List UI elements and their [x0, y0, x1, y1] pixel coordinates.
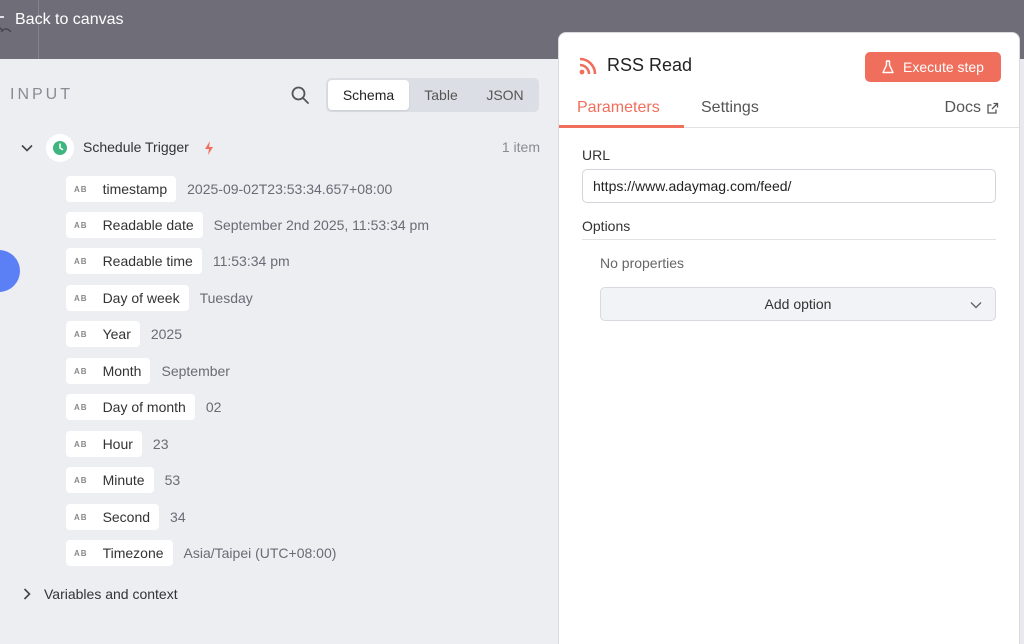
field-name: timestamp: [102, 181, 168, 197]
field-value: 2025-09-02T23:53:34.657+08:00: [187, 181, 393, 197]
schema-field-row: AB Readable date September 2nd 2025, 11:…: [66, 212, 429, 238]
external-link-icon: [987, 102, 999, 114]
no-properties-text: No properties: [600, 255, 685, 271]
field-value: Tuesday: [199, 290, 253, 306]
field-value: 11:53:34 pm: [212, 253, 290, 269]
tab-parameters[interactable]: Parameters: [577, 99, 660, 117]
node-parameters-panel: RSS Read Execute step Parameters Setting…: [558, 32, 1020, 644]
string-type-icon: AB: [74, 475, 88, 485]
schema-field-row: AB Month September: [66, 358, 230, 384]
field-pill[interactable]: AB Second: [66, 504, 160, 530]
field-pill[interactable]: AB Readable time: [66, 248, 202, 274]
schema-field-row: AB Day of week Tuesday: [66, 285, 253, 311]
field-name: Hour: [102, 436, 133, 452]
docs-link[interactable]: Docs: [945, 99, 999, 117]
field-name: Readable time: [102, 253, 193, 269]
field-value: 34: [170, 509, 186, 525]
field-pill[interactable]: AB Hour: [66, 431, 142, 457]
input-panel-title: INPUT: [10, 86, 73, 103]
variables-and-context-row[interactable]: Variables and context: [18, 583, 178, 605]
schema-field-row: AB Day of month 02: [66, 394, 221, 420]
string-type-icon: AB: [74, 548, 88, 558]
schema-field-row: AB Timezone Asia/Taipei (UTC+08:00): [66, 540, 336, 566]
string-type-icon: AB: [74, 439, 88, 449]
field-name: Day of month: [102, 399, 186, 415]
field-name: Year: [102, 326, 131, 342]
schedule-trigger-row[interactable]: Schedule Trigger 1 item: [18, 134, 540, 162]
field-value: 2025: [150, 326, 183, 342]
back-to-canvas-label: Back to canvas: [15, 11, 124, 28]
field-value: 02: [205, 399, 222, 415]
string-type-icon: AB: [74, 402, 88, 412]
parameters-body: URL Options No properties Add option: [559, 129, 1019, 644]
item-count: 1 item: [501, 139, 540, 155]
field-name: Day of week: [102, 290, 180, 306]
schema-field-row: AB Minute 53: [66, 467, 180, 493]
string-type-icon: AB: [74, 184, 88, 194]
add-option-dropdown[interactable]: Add option: [600, 287, 996, 321]
tab-json[interactable]: JSON: [473, 80, 537, 110]
view-mode-toggle: Schema Table JSON: [326, 78, 539, 112]
field-pill[interactable]: AB Timezone: [66, 540, 173, 566]
chevron-right-icon[interactable]: [18, 585, 36, 603]
chevron-down-icon[interactable]: [18, 139, 36, 157]
url-label: URL: [582, 147, 611, 163]
string-type-icon: AB: [74, 366, 88, 376]
docs-label: Docs: [944, 99, 981, 116]
field-pill[interactable]: AB Readable date: [66, 212, 203, 238]
field-name: Second: [102, 509, 151, 525]
string-type-icon: AB: [74, 329, 88, 339]
field-value: September: [161, 363, 230, 379]
clock-icon: [46, 134, 74, 162]
string-type-icon: AB: [74, 293, 88, 303]
tab-schema[interactable]: Schema: [328, 80, 409, 110]
schema-field-row: AB timestamp 2025-09-02T23:53:34.657+08:…: [66, 176, 392, 202]
schema-field-row: AB Readable time 11:53:34 pm: [66, 248, 290, 274]
add-option-label: Add option: [764, 296, 832, 312]
options-label: Options: [582, 218, 631, 234]
schema-field-row: AB Year 2025: [66, 321, 182, 347]
field-value: 23: [152, 436, 169, 452]
field-pill[interactable]: AB Minute: [66, 467, 154, 493]
tab-table[interactable]: Table: [409, 80, 473, 110]
flask-icon: [882, 60, 894, 74]
back-to-canvas-link[interactable]: Back to canvas: [0, 8, 124, 32]
field-pill[interactable]: AB Day of week: [66, 285, 189, 311]
node-title: RSS Read: [607, 55, 693, 75]
chevron-down-icon: [969, 298, 983, 312]
string-type-icon: AB: [74, 512, 88, 522]
field-pill[interactable]: AB timestamp: [66, 176, 177, 202]
field-pill[interactable]: AB Year: [66, 321, 140, 347]
execute-step-button[interactable]: Execute step: [865, 52, 1001, 82]
rss-icon: [578, 56, 598, 76]
schema-field-row: AB Hour 23: [66, 431, 169, 457]
variables-and-context-label: Variables and context: [44, 586, 178, 602]
back-arrow-icon: [0, 8, 14, 32]
string-type-icon: AB: [74, 220, 88, 230]
tab-settings[interactable]: Settings: [701, 99, 759, 117]
field-name: Timezone: [102, 545, 164, 561]
field-pill[interactable]: AB Day of month: [66, 394, 195, 420]
node-header: RSS Read Execute step Parameters Setting…: [559, 33, 1019, 128]
trigger-name: Schedule Trigger: [83, 139, 189, 155]
field-value: Asia/Taipei (UTC+08:00): [183, 545, 337, 561]
url-input[interactable]: [582, 169, 996, 203]
lightning-bolt-icon: [203, 140, 215, 156]
field-pill[interactable]: AB Month: [66, 358, 151, 384]
field-value: 53: [164, 472, 181, 488]
field-name: Minute: [102, 472, 145, 488]
execute-step-label: Execute step: [903, 59, 984, 75]
active-tab-underline: [559, 125, 684, 128]
field-name: Month: [102, 363, 142, 379]
search-icon[interactable]: [290, 85, 310, 105]
field-name: Readable date: [102, 217, 194, 233]
string-type-icon: AB: [74, 256, 88, 266]
options-divider: [582, 239, 996, 240]
field-value: September 2nd 2025, 11:53:34 pm: [213, 217, 429, 233]
schema-field-row: AB Second 34: [66, 504, 186, 530]
